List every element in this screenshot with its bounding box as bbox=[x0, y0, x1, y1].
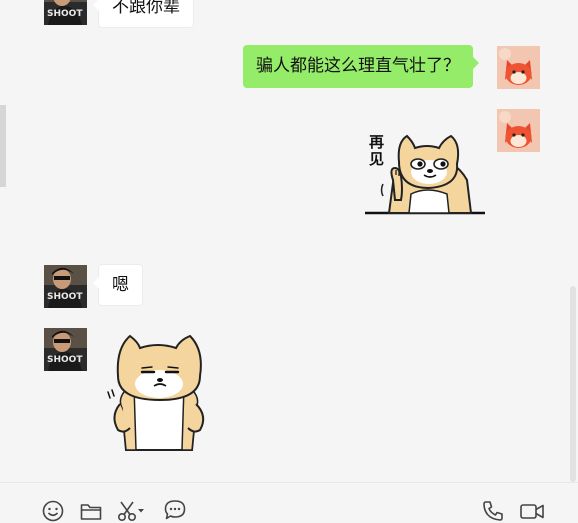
emoji-icon[interactable] bbox=[41, 499, 65, 523]
message-text: 不跟你辈 bbox=[112, 0, 180, 17]
message-bubble-outgoing[interactable]: 骗人都能这么理直气壮了？ bbox=[243, 45, 479, 88]
message-bubble-incoming[interactable]: 嗯 bbox=[93, 264, 143, 306]
input-toolbar bbox=[0, 482, 578, 523]
folder-icon[interactable] bbox=[79, 499, 103, 523]
chat-message-area[interactable]: SHOOT 不跟你辈 骗人都能这么理直气壮了？ 再见 SHOOT 嗯 SHOOT bbox=[0, 0, 578, 482]
svg-text:SHOOT: SHOOT bbox=[47, 292, 83, 302]
self-avatar[interactable] bbox=[497, 46, 540, 89]
phone-icon[interactable] bbox=[481, 499, 505, 523]
video-call-icon[interactable] bbox=[519, 499, 545, 523]
chat-bubble-icon[interactable] bbox=[163, 498, 187, 522]
contact-avatar[interactable]: SHOOT bbox=[44, 265, 87, 308]
sticker-shiba-smug[interactable] bbox=[100, 330, 215, 452]
contact-avatar[interactable]: SHOOT bbox=[44, 0, 87, 25]
svg-text:SHOOT: SHOOT bbox=[47, 9, 83, 19]
message-bubble-incoming[interactable]: 不跟你辈 bbox=[93, 0, 194, 28]
scroll-indicator bbox=[0, 105, 6, 187]
scrollbar[interactable] bbox=[570, 286, 576, 482]
self-avatar[interactable] bbox=[497, 109, 540, 152]
message-text: 嗯 bbox=[112, 275, 129, 295]
chevron-down-icon[interactable] bbox=[137, 507, 145, 515]
svg-text:SHOOT: SHOOT bbox=[47, 355, 83, 365]
message-text: 骗人都能这么理直气壮了？ bbox=[256, 56, 460, 76]
sticker-caption: 再见 bbox=[369, 133, 385, 168]
contact-avatar[interactable]: SHOOT bbox=[44, 328, 87, 371]
sticker-shiba-goodbye[interactable]: 再见 bbox=[363, 128, 487, 218]
